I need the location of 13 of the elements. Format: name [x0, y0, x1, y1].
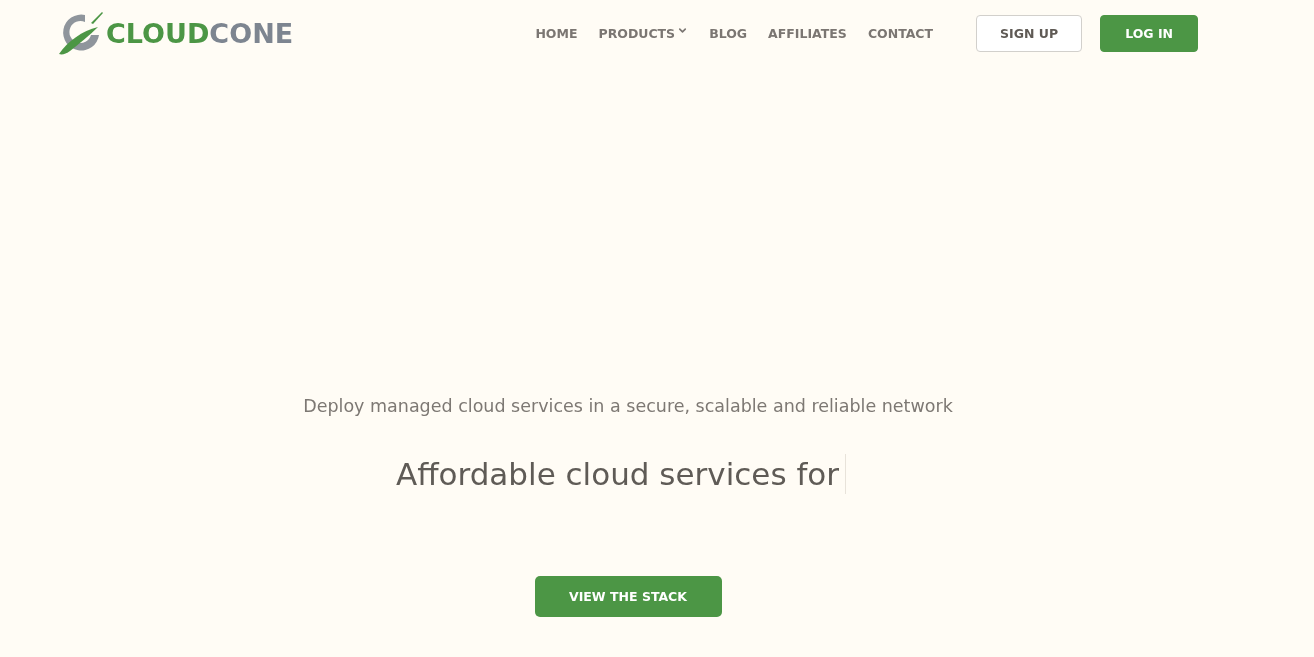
logo-icon [58, 11, 104, 55]
login-button[interactable]: LOG IN [1100, 14, 1198, 52]
signup-button[interactable]: SIGN UP [976, 14, 1083, 52]
nav-link[interactable]: CONTACT [867, 25, 934, 41]
hero-headline: Affordable cloud services for [395, 455, 840, 494]
nav-link[interactable]: HOME [535, 25, 578, 41]
logo-wordmark[interactable]: CLOUDCONE [106, 19, 294, 47]
nav-dropdown[interactable]: PRODUCTS [598, 25, 689, 41]
nav-link[interactable]: AFFILIATES [768, 25, 847, 41]
hero-subtitle: Deploy managed cloud services in a secure, scalable and reliable network [303, 395, 953, 418]
caret-icon [677, 25, 689, 36]
view-stack-button[interactable]: VIEW THE STACK [534, 576, 722, 617]
nav-link[interactable]: BLOG [709, 25, 748, 41]
